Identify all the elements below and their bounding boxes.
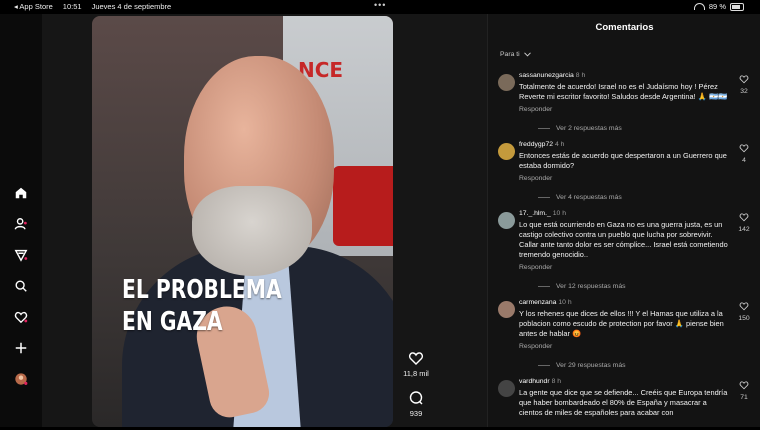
comment-list: sassanunezgarcia 8 h Totalmente de acuerdo… [488,72,760,427]
comment-button[interactable]: 939 [396,390,436,418]
comment-time: 4 h [555,141,565,148]
comment-header: carmenzana 10 h [519,299,729,306]
comments-title: Comentarios [595,22,654,33]
comment-time: 8 h [551,378,562,385]
comment-item: carmenzana 10 h Y los rehenes que dices de… [488,299,760,369]
speaker-beard [192,186,312,276]
comment-like-count: 71 [740,394,748,401]
comment-avatar[interactable] [498,380,515,397]
comment-text: Y los rehenes que dices de ellos !!! Y e… [519,309,724,338]
comment-time: 8 h [575,72,586,79]
back-to-app-store-link[interactable]: ◂ App Store [14,2,53,11]
comment-count: 939 [409,409,423,418]
battery-percent: 89 % [708,2,726,11]
battery-icon [730,2,744,11]
view-replies-link[interactable]: Ver 2 respuestas más [538,125,729,132]
reply-link[interactable]: Responder [519,264,729,271]
comment-header: vardhundr 8 h [519,378,729,385]
comment-like-button[interactable]: 4 [737,143,751,164]
comment-text: Lo que está ocurriendo en Gaza no es una… [519,220,728,259]
comment-like-count: 150 [738,315,750,322]
heart-icon [739,302,749,311]
comment-avatar[interactable] [498,212,515,229]
comment-text: La gente que dice que se defiende... Cre… [519,388,728,417]
feed-area: NCE EL PROBLEMA EN GAZA 11,8 mil 939 [42,14,487,427]
comment-item: freddygp72 4 h Entonces estás de acuerdo q… [488,141,760,201]
activity-icon[interactable] [12,308,30,326]
multitask-dots[interactable]: ••• [374,0,386,10]
comment-like-button[interactable]: 71 [737,380,751,401]
background-ambulance [333,166,393,246]
create-icon[interactable] [12,339,30,357]
video-overlay-title: EL PROBLEMA EN GAZA [122,274,282,338]
overlay-line-2: EN GAZA [122,307,223,337]
chevron-down-icon [523,52,531,57]
comment-time: 10 h [552,210,566,217]
comments-panel: Comentarios Para ti sassanunezgarcia 8 hT… [487,14,760,427]
video-player[interactable]: NCE EL PROBLEMA EN GAZA [92,16,393,427]
comment-like-count: 32 [740,88,748,95]
comment-like-button[interactable]: 150 [737,301,751,322]
reply-link[interactable]: Responder [519,175,729,182]
comment-avatar[interactable] [498,143,515,160]
comment-time: 10 h [558,299,572,306]
comment-like-button[interactable]: 142 [737,212,751,233]
sort-label: Para ti [500,51,520,58]
heart-icon [739,144,749,153]
date: Jueves 4 de septiembre [91,2,172,11]
comment-username[interactable]: carmenzana [519,299,556,306]
comment-username[interactable]: 17._.hlm._ [519,210,551,217]
heart-icon [739,381,749,390]
heart-icon [739,213,749,222]
heart-icon [408,352,424,365]
comment-username[interactable]: vardhundr [519,378,550,385]
reply-link[interactable]: Responder [519,106,729,113]
home-icon[interactable] [12,184,30,202]
sort-dropdown[interactable]: Para ti [500,51,531,58]
comment-header: 17._.hlm._ 10 h [519,210,729,217]
comment-avatar[interactable] [498,74,515,91]
video-actions: 11,8 mil 939 [396,350,436,430]
comment-like-count: 142 [738,226,750,233]
profile-avatar[interactable] [12,370,30,388]
comment-header: freddygp72 4 h [519,141,729,148]
comment-like-button[interactable]: 32 [737,74,751,95]
comment-like-count: 4 [742,157,746,164]
comment-header: sassanunezgarcia 8 h [519,72,729,79]
comment-item: vardhundr 8 h La gente que dice que se def… [488,378,760,418]
heart-icon [739,75,749,84]
following-icon[interactable] [12,215,30,233]
comment-item: 17._.hlm._ 10 h Lo que está ocurriendo en … [488,210,760,290]
comment-text: Totalmente de acuerdo! Israel no es el J… [519,82,728,101]
view-replies-link[interactable]: Ver 4 respuestas más [538,194,729,201]
comment-text: Entonces estás de acuerdo que despertaro… [519,151,727,170]
wifi-icon [693,3,705,10]
comment-item: sassanunezgarcia 8 h Totalmente de acuerdo… [488,72,760,132]
like-count: 11,8 mil [403,369,429,378]
reply-link[interactable]: Responder [519,343,729,350]
comment-bubble-icon [409,391,423,405]
status-bar: ◂ App Store 10:51 Jueves 4 de septiembre… [0,0,760,14]
comment-username[interactable]: sassanunezgarcia [519,72,574,79]
overlay-line-1: EL PROBLEMA [122,275,282,305]
clock: 10:51 [62,2,82,11]
comment-avatar[interactable] [498,301,515,318]
search-icon[interactable] [12,277,30,295]
left-nav [0,14,42,427]
view-replies-link[interactable]: Ver 29 respuestas más [538,362,729,369]
like-button[interactable]: 11,8 mil [396,350,436,378]
view-replies-link[interactable]: Ver 12 respuestas más [538,283,729,290]
comment-username[interactable]: freddygp72 [519,141,553,148]
explore-icon[interactable] [12,246,30,264]
